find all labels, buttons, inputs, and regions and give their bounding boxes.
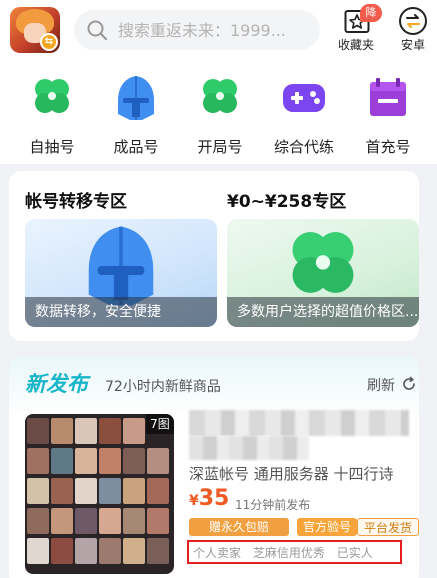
- search-icon: [87, 20, 108, 41]
- platform-label: 安卓: [400, 38, 425, 52]
- category-label: 成品号: [113, 138, 159, 156]
- category-starter[interactable]: 开局号: [185, 74, 255, 156]
- category-boosting[interactable]: 综合代练: [269, 74, 339, 156]
- new-release-section: 新发布 72小时内新鲜商品 刷新 7图 深蓝帐号 通用服务器 十四行诗 ¥35 …: [9, 356, 420, 578]
- search-input[interactable]: [118, 10, 314, 50]
- category-label: 开局号: [197, 138, 243, 156]
- clover-icon: [35, 79, 69, 113]
- search-bar[interactable]: [74, 10, 320, 50]
- tag-official-check: 官方验号: [297, 518, 358, 536]
- helmet-icon: [118, 76, 154, 120]
- new-release-title: 新发布: [25, 372, 88, 396]
- blurred-title: [189, 436, 309, 460]
- platform-switch-button[interactable]: 安卓: [392, 6, 434, 56]
- platform-switch-icon: [399, 7, 427, 35]
- verified-identity: 已实人: [336, 546, 373, 560]
- budget-banner[interactable]: 多数用户选择的超值价格区...: [227, 219, 419, 327]
- posted-time: 11分钟前发布: [235, 498, 311, 512]
- refresh-icon[interactable]: [401, 376, 417, 392]
- budget-title[interactable]: ¥0~¥258专区: [227, 187, 346, 212]
- category-label: 首充号: [365, 138, 411, 156]
- swap-game-icon[interactable]: ⇆: [40, 33, 58, 51]
- gamepad-icon: [283, 84, 325, 112]
- listing-price: ¥35: [189, 486, 229, 511]
- transfer-section: 帐号转移专区 ¥0~¥258专区 数据转移，安全便捷 多数用户选择的超值价格区.…: [9, 171, 419, 341]
- transfer-title[interactable]: 帐号转移专区: [25, 187, 127, 212]
- favorites-label: 收藏夹: [337, 38, 374, 52]
- category-label: 自抽号: [29, 138, 75, 156]
- transfer-banner[interactable]: 数据转移，安全便捷: [25, 219, 217, 327]
- category-self-draw[interactable]: 自抽号: [17, 74, 87, 156]
- blurred-title: [189, 410, 409, 436]
- budget-caption: 多数用户选择的超值价格区...: [227, 297, 419, 327]
- top-bar: ⇆ 降 收藏夹 安卓: [0, 0, 437, 60]
- game-avatar[interactable]: ⇆: [10, 7, 60, 53]
- seller-type: 个人卖家: [193, 546, 242, 560]
- price-drop-badge: 降: [360, 4, 382, 22]
- listing-description[interactable]: 深蓝帐号 通用服务器 十四行诗: [189, 463, 394, 484]
- category-label: 综合代练: [273, 138, 334, 156]
- credit-rating: 芝麻信用优秀: [252, 546, 325, 560]
- price-value: 35: [198, 486, 230, 511]
- tag-platform-delivery: 平台发货: [357, 518, 420, 536]
- seller-trust-row: 个人卖家 芝麻信用优秀 已实人: [193, 544, 381, 561]
- gift-box-icon: [370, 78, 406, 116]
- category-grid: 自抽号 成品号 开局号 综合代练 首充号: [0, 60, 437, 164]
- refresh-button[interactable]: 刷新: [367, 375, 395, 395]
- favorites-button[interactable]: 降 收藏夹: [332, 4, 382, 56]
- image-count: 7图: [146, 414, 174, 434]
- tag-compensation: 赠永久包赔: [189, 518, 289, 536]
- listing-thumbnail[interactable]: 7图: [25, 414, 174, 574]
- currency-symbol: ¥: [189, 493, 199, 509]
- category-finished[interactable]: 成品号: [101, 74, 171, 156]
- category-first-recharge[interactable]: 首充号: [353, 74, 423, 156]
- transfer-caption: 数据转移，安全便捷: [25, 297, 217, 327]
- new-release-subtitle: 72小时内新鲜商品: [105, 379, 221, 395]
- clover-icon: [203, 79, 237, 113]
